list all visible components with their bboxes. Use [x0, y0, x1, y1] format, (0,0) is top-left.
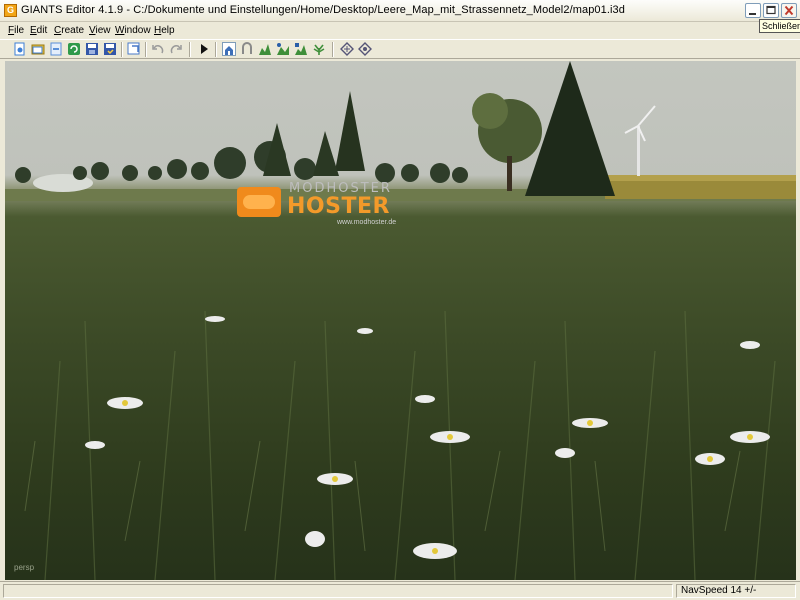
refresh-icon — [68, 43, 80, 55]
watermark-brand: HOSTER — [287, 194, 390, 219]
undo-icon — [152, 45, 164, 54]
watermark: MODHOSTER HOSTER www.modhoster.de — [237, 181, 407, 229]
toolbar-separator — [145, 42, 147, 57]
toolbar-separator — [189, 42, 191, 57]
menu-label: elp — [161, 25, 175, 36]
camera-label: persp — [14, 563, 35, 572]
new-file-button[interactable] — [13, 42, 27, 56]
menu-help[interactable]: Help — [154, 25, 175, 36]
close-icon — [782, 4, 796, 17]
menu-bar: File Edit Create View Window Help — [0, 22, 800, 39]
menu-accel: E — [30, 25, 37, 36]
new-file-icon — [14, 42, 25, 56]
save-icon — [86, 43, 98, 55]
maximize-icon — [764, 4, 778, 17]
toolbar-separator — [121, 42, 123, 57]
import-button[interactable] — [49, 42, 63, 56]
close-tooltip: Schließen — [759, 19, 800, 33]
terrain-sculpt-icon — [259, 44, 271, 55]
snap-settings-button[interactable] — [358, 42, 372, 56]
redo-icon — [170, 45, 182, 54]
menu-label: iew — [95, 25, 111, 36]
toolbar-separator — [332, 42, 334, 57]
menu-edit[interactable]: Edit — [30, 25, 47, 36]
play-icon — [201, 44, 208, 54]
snap-settings-icon — [358, 42, 372, 56]
play-button[interactable] — [197, 42, 211, 56]
terrain-paint-icon — [277, 43, 289, 55]
minimize-button[interactable] — [745, 3, 761, 18]
export-icon — [127, 42, 140, 55]
status-panel-main — [3, 584, 673, 598]
menu-create[interactable]: Create — [54, 25, 84, 36]
maximize-button[interactable] — [763, 3, 779, 18]
menu-file[interactable]: File — [8, 25, 24, 36]
toolbar-separator — [215, 42, 217, 57]
menu-label: reate — [61, 25, 85, 36]
app-logo-icon: G — [4, 4, 17, 17]
undo-button[interactable] — [151, 42, 165, 56]
menu-label: ile — [14, 25, 25, 36]
menu-window[interactable]: Window — [115, 25, 151, 36]
toolbar — [0, 39, 800, 59]
foliage-paint-icon — [313, 44, 325, 55]
watermark-logo-icon — [237, 187, 281, 217]
scene-render — [5, 61, 796, 580]
select-mode-icon — [225, 46, 233, 55]
nav-speed-readout: NavSpeed 14 +/- — [681, 585, 757, 596]
save-button[interactable] — [85, 42, 99, 56]
menu-view[interactable]: View — [89, 25, 111, 36]
move-mode-icon — [242, 42, 252, 54]
menu-label: indow — [124, 25, 151, 36]
foliage-paint-button[interactable] — [312, 42, 326, 56]
menu-label: dit — [36, 25, 48, 36]
terrain-smooth-icon — [295, 43, 307, 55]
save-as-icon — [104, 43, 116, 55]
minimize-icon — [746, 4, 760, 17]
close-button[interactable] — [781, 3, 797, 18]
terrain-smooth-button[interactable] — [294, 42, 308, 56]
save-as-button[interactable] — [103, 42, 117, 56]
grid-settings-icon — [340, 42, 354, 56]
import-icon — [50, 42, 62, 56]
open-folder-icon — [31, 44, 45, 55]
terrain-sculpt-button[interactable] — [258, 42, 272, 56]
watermark-url: www.modhoster.de — [337, 219, 397, 226]
status-bar: NavSpeed 14 +/- — [0, 581, 800, 600]
move-mode-button[interactable] — [240, 42, 254, 56]
select-mode-button[interactable] — [222, 42, 236, 56]
open-button[interactable] — [31, 42, 45, 56]
title-bar[interactable]: G GIANTS Editor 4.1.9 - C:/Dokumente und… — [0, 0, 800, 22]
terrain-paint-button[interactable] — [276, 42, 290, 56]
export-button[interactable] — [127, 42, 141, 56]
grid-settings-button[interactable] — [340, 42, 354, 56]
3d-viewport[interactable]: MODHOSTER HOSTER www.modhoster.de persp — [5, 61, 796, 580]
refresh-button[interactable] — [67, 42, 81, 56]
redo-button[interactable] — [169, 42, 183, 56]
window-title: GIANTS Editor 4.1.9 - C:/Dokumente und E… — [21, 4, 625, 16]
